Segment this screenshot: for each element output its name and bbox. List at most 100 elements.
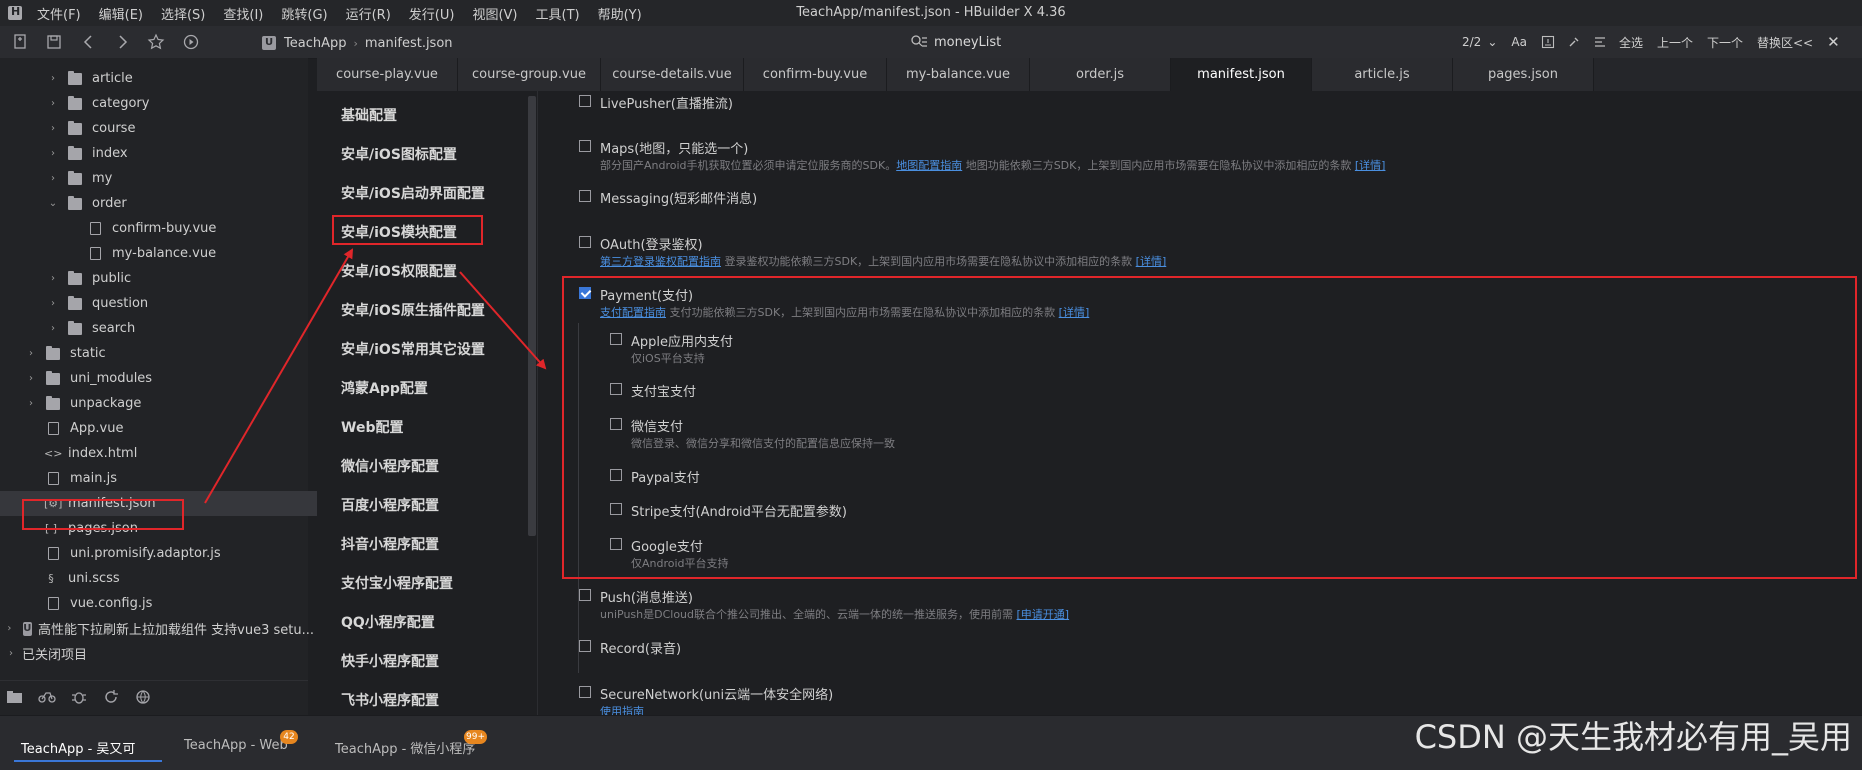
chevron-down-icon[interactable]: ⌄ [1487, 35, 1497, 49]
tab-article-js[interactable]: article.js [1312, 58, 1453, 91]
save-icon[interactable] [45, 33, 63, 51]
record-checkbox[interactable] [579, 640, 591, 652]
brush-icon[interactable] [1567, 35, 1581, 49]
match-case-button[interactable]: Aa [1511, 35, 1527, 49]
breadcrumb-project[interactable]: TeachApp [284, 36, 346, 51]
tab-course-play[interactable]: course-play.vue [317, 58, 458, 91]
chevron-right-icon[interactable]: › [48, 148, 58, 159]
nav-douyin-mp-config[interactable]: 抖音小程序配置 [341, 534, 439, 554]
tree-folder-unpackage[interactable]: › unpackage [0, 391, 334, 416]
tree-folder-search[interactable]: › search [0, 316, 356, 341]
nav-scrollbar[interactable] [528, 96, 536, 536]
tree-folder-index[interactable]: › index [0, 141, 356, 166]
tree-project-pull-refresh[interactable]: › U 高性能下拉刷新上拉加载组件 支持vue3 setu... [0, 616, 314, 641]
nav-weixin-mp-config[interactable]: 微信小程序配置 [341, 456, 439, 476]
tree-folder-course[interactable]: › course [0, 116, 356, 141]
replace-toggle-button[interactable]: 替换区<< [1757, 34, 1813, 51]
tab-confirm-buy[interactable]: confirm-buy.vue [744, 58, 887, 91]
close-icon[interactable]: ✕ [1827, 33, 1840, 51]
chevron-right-icon[interactable]: › [48, 98, 58, 109]
securenetwork-guide-link[interactable]: 使用指南 [600, 705, 644, 715]
bug-icon[interactable] [70, 689, 88, 705]
lines-icon[interactable] [1593, 35, 1607, 49]
breadcrumb-file[interactable]: manifest.json [365, 36, 453, 51]
tab-course-group[interactable]: course-group.vue [458, 58, 601, 91]
tree-folder-static[interactable]: › static [0, 341, 334, 366]
tree-closed-projects[interactable]: › 已关闭项目 [0, 641, 314, 666]
nav-native-plugin-config[interactable]: 安卓/iOS原生插件配置 [341, 300, 485, 320]
tree-folder-my[interactable]: › my [0, 166, 356, 191]
nav-other-settings[interactable]: 安卓/iOS常用其它设置 [341, 339, 485, 359]
nav-permission-config[interactable]: 安卓/iOS权限配置 [341, 261, 457, 281]
nav-alipay-mp-config[interactable]: 支付宝小程序配置 [341, 573, 453, 593]
maps-details-link[interactable]: [详情] [1355, 159, 1386, 172]
tab-course-details[interactable]: course-details.vue [601, 58, 744, 91]
chevron-right-icon[interactable]: › [48, 73, 58, 84]
tree-folder-article[interactable]: › article [0, 66, 356, 91]
new-file-icon[interactable] [12, 33, 30, 51]
back-arrow-icon[interactable] [80, 33, 98, 51]
tree-folder-category[interactable]: › category [0, 91, 356, 116]
tree-folder-order[interactable]: ⌄ order [0, 191, 356, 216]
maps-guide-link[interactable]: 地图配置指南 [896, 159, 962, 172]
refresh-icon[interactable] [102, 689, 120, 705]
previous-match-button[interactable]: 上一个 [1657, 34, 1693, 51]
tree-file-index-html[interactable]: <> index.html [0, 441, 352, 466]
nav-feishu-mp-config[interactable]: 飞书小程序配置 [341, 690, 439, 710]
chevron-right-icon[interactable]: › [26, 373, 36, 384]
nav-harmony-config[interactable]: 鸿蒙App配置 [341, 378, 428, 398]
tree-file-promisify[interactable]: uni.promisify.adaptor.js [0, 541, 356, 566]
securenetwork-checkbox[interactable] [579, 686, 591, 698]
folder-tool-icon[interactable] [6, 689, 24, 705]
messaging-checkbox[interactable] [579, 190, 591, 202]
tree-file-main-js[interactable]: main.js [0, 466, 356, 491]
chevron-right-icon[interactable]: › [6, 623, 13, 634]
nav-kuaishou-mp-config[interactable]: 快手小程序配置 [341, 651, 439, 671]
cloud-icon[interactable] [134, 689, 152, 705]
nav-baidu-mp-config[interactable]: 百度小程序配置 [341, 495, 439, 515]
nav-qq-mp-config[interactable]: QQ小程序配置 [341, 612, 435, 632]
search-input[interactable] [934, 32, 1264, 52]
chevron-right-icon[interactable]: › [48, 323, 58, 334]
tab-manifest-json[interactable]: manifest.json [1171, 58, 1312, 91]
chevron-right-icon[interactable]: › [48, 298, 58, 309]
console-tab-teachapp-user[interactable]: TeachApp - 吴又可 [21, 738, 135, 757]
star-icon[interactable] [147, 33, 165, 51]
tab-pages-json[interactable]: pages.json [1453, 58, 1594, 91]
nav-basic-config[interactable]: 基础配置 [341, 105, 397, 125]
tree-file-uni-scss[interactable]: § uni.scss [0, 566, 352, 591]
oauth-details-link[interactable]: [详情] [1136, 255, 1167, 268]
nav-splash-config[interactable]: 安卓/iOS启动界面配置 [341, 183, 485, 203]
chevron-right-icon[interactable]: › [48, 173, 58, 184]
tree-folder-public[interactable]: › public [0, 266, 356, 291]
tree-folder-uni-modules[interactable]: › uni_modules [0, 366, 334, 391]
push-checkbox[interactable] [579, 589, 591, 601]
livepusher-checkbox[interactable] [579, 95, 591, 107]
run-icon[interactable] [182, 33, 200, 51]
chevron-right-icon[interactable]: › [48, 123, 58, 134]
tree-folder-question[interactable]: › question [0, 291, 356, 316]
chevron-right-icon[interactable]: › [6, 648, 16, 659]
console-tab-teachapp-weixin[interactable]: TeachApp - 微信小程序 [335, 738, 475, 757]
next-match-button[interactable]: 下一个 [1707, 34, 1743, 51]
bicycle-icon[interactable] [38, 689, 56, 705]
nav-icon-config[interactable]: 安卓/iOS图标配置 [341, 144, 457, 164]
chevron-right-icon[interactable]: › [48, 273, 58, 284]
console-tab-teachapp-web[interactable]: TeachApp - Web [184, 738, 288, 753]
forward-arrow-icon[interactable] [113, 33, 131, 51]
chevron-right-icon[interactable]: › [26, 348, 36, 359]
tree-file-app-vue[interactable]: App.vue [0, 416, 356, 441]
tab-my-balance[interactable]: my-balance.vue [887, 58, 1030, 91]
chevron-down-icon[interactable]: ⌄ [48, 198, 58, 209]
select-all-button[interactable]: 全选 [1619, 34, 1643, 51]
oauth-checkbox[interactable] [579, 236, 591, 248]
tab-order-js[interactable]: order.js [1030, 58, 1171, 91]
oauth-guide-link[interactable]: 第三方登录鉴权配置指南 [600, 255, 721, 268]
push-description: uniPush是DCloud联合个推公司推出、全端的、云端一体的统一推送服务，使… [600, 606, 1069, 622]
regex-icon[interactable] [1541, 35, 1555, 49]
tree-file-vue-config[interactable]: vue.config.js [0, 591, 356, 616]
nav-web-config[interactable]: Web配置 [341, 417, 403, 437]
maps-checkbox[interactable] [579, 140, 591, 152]
chevron-right-icon[interactable]: › [26, 398, 36, 409]
push-apply-link[interactable]: [申请开通] [1017, 608, 1070, 621]
